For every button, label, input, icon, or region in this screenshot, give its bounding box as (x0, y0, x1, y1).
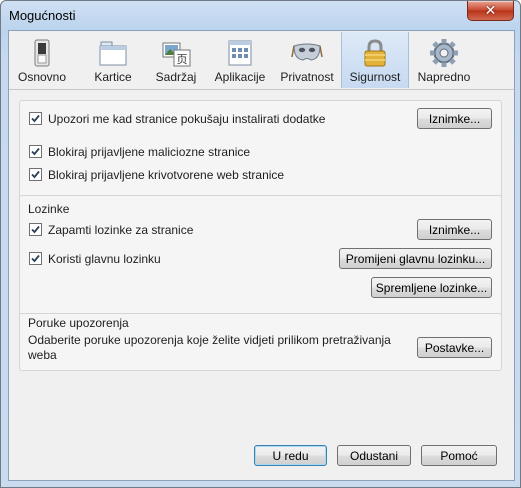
warn-addons-label: Upozori me kad stranice pokušaju instali… (48, 112, 326, 126)
ok-button[interactable]: U redu (254, 445, 327, 466)
close-button[interactable]: ✕ (467, 1, 514, 21)
category-toolbar: Osnovno Kartice 页 Sadržaj Aplikacije Pri… (9, 31, 514, 90)
block-malware-row[interactable]: Blokiraj prijavljene maliciozne stranice (29, 143, 250, 161)
tab-applications[interactable]: Aplikacije (207, 32, 273, 88)
block-forgery-label: Blokiraj prijavljene krivotvorene web st… (48, 168, 285, 182)
title-bar[interactable]: Mogućnosti ✕ (1, 1, 520, 31)
tab-security-label: Sigurnost (349, 70, 401, 84)
remember-passwords-label: Zapamti lozinke za stranice (48, 223, 194, 237)
tab-security[interactable]: Sigurnost (341, 32, 409, 88)
tab-tabs-label: Kartice (94, 70, 132, 84)
options-window: Mogućnosti ✕ Osnovno Kartice 页 Sadržaj A… (0, 0, 521, 488)
mask-icon (291, 43, 323, 61)
tab-general-label: Osnovno (17, 70, 67, 84)
svg-text:页: 页 (177, 53, 188, 66)
warnings-description: Odaberite poruke upozorenja koje želite … (28, 333, 391, 362)
check-icon (31, 255, 40, 263)
master-password-label: Koristi glavnu lozinku (48, 252, 161, 266)
gear-icon (430, 39, 458, 67)
block-forgery-checkbox[interactable] (29, 168, 42, 182)
remember-passwords-checkbox[interactable] (29, 223, 42, 237)
passwords-exceptions-button[interactable]: Iznimke... (417, 219, 492, 240)
tab-applications-label: Aplikacije (214, 70, 266, 84)
tabs-window-icon (99, 41, 127, 66)
check-icon (31, 171, 40, 179)
switch-icon (34, 39, 50, 67)
warnings-group: Poruke upozorenja Odaberite poruke upozo… (19, 313, 502, 371)
tab-advanced-label: Napredno (417, 70, 471, 84)
block-malware-checkbox[interactable] (29, 145, 42, 159)
warn-addons-checkbox[interactable] (29, 112, 42, 126)
tab-advanced[interactable]: Napredno (409, 32, 479, 88)
block-forgery-row[interactable]: Blokiraj prijavljene krivotvorene web st… (29, 166, 284, 184)
tab-general[interactable]: Osnovno (11, 32, 73, 88)
warn-addons-row[interactable]: Upozori me kad stranice pokušaju instali… (29, 110, 325, 128)
saved-passwords-button[interactable]: Spremljene lozinke... (371, 277, 492, 298)
check-icon (31, 115, 40, 123)
passwords-caption: Lozinke (28, 202, 70, 216)
change-master-password-button[interactable]: Promijeni glavnu lozinku... (339, 248, 492, 269)
dialog-body: Osnovno Kartice 页 Sadržaj Aplikacije Pri… (8, 30, 515, 481)
master-password-row[interactable]: Koristi glavnu lozinku (29, 250, 161, 268)
warnings-settings-button[interactable]: Postavke... (417, 337, 492, 358)
applications-window-icon (228, 40, 252, 66)
tab-content[interactable]: 页 Sadržaj (145, 32, 207, 88)
check-icon (31, 226, 40, 234)
cancel-button[interactable]: Odustani (337, 445, 411, 466)
addons-exceptions-button[interactable]: Iznimke... (417, 108, 492, 129)
window-title: Mogućnosti (9, 8, 76, 23)
tab-privacy[interactable]: Privatnost (275, 32, 339, 88)
block-malware-label: Blokiraj prijavljene maliciozne stranice (48, 145, 251, 159)
padlock-icon (364, 39, 386, 67)
tab-privacy-label: Privatnost (280, 70, 334, 84)
content-pictures-icon: 页 (162, 42, 191, 67)
warnings-caption: Poruke upozorenja (28, 316, 129, 330)
tab-tabs[interactable]: Kartice (83, 32, 143, 88)
check-icon (31, 148, 40, 156)
master-password-checkbox[interactable] (29, 252, 42, 266)
remember-passwords-row[interactable]: Zapamti lozinke za stranice (29, 221, 193, 239)
help-button[interactable]: Pomoć (421, 445, 497, 466)
close-icon: ✕ (484, 2, 497, 18)
tab-content-label: Sadržaj (155, 70, 197, 84)
